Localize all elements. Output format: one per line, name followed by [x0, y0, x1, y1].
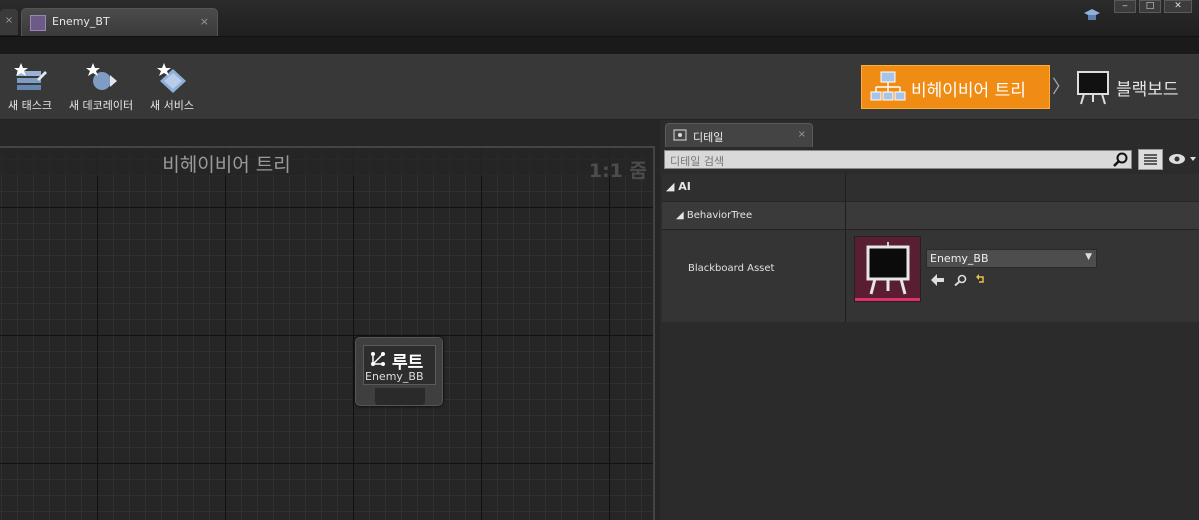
blackboard-asset-combo[interactable]: Enemy_BB ▼ [926, 249, 1097, 268]
document-tab-enemy-bt[interactable]: Enemy_BT × [21, 8, 218, 36]
root-node-header: 루트 Enemy_BB [363, 345, 436, 385]
blackboard-asset-icon [866, 242, 910, 295]
behavior-tree-mode-button[interactable]: 비헤이비어 트리 [861, 65, 1050, 109]
new-decorator-label: 새 데코레이터 [68, 99, 134, 112]
title-bar: × Enemy_BT × ‒ □ ✕ [0, 0, 1199, 36]
zoom-level: 1:1 줌 [588, 160, 647, 182]
document-tab-label: Enemy_BT [52, 15, 110, 28]
new-task-button[interactable]: 새 태스크 [4, 59, 56, 117]
search-icon [1113, 152, 1128, 167]
blackboard-icon [1077, 71, 1109, 105]
category-ai-label: ◢ AI [666, 180, 691, 193]
previous-tab-close[interactable]: × [0, 9, 18, 35]
category-behavior-tree[interactable]: ◢ BehaviorTree [662, 202, 1199, 230]
property-name-blackboard-asset: Blackboard Asset [688, 263, 775, 274]
category-ai[interactable]: ◢ AI [662, 174, 1199, 202]
menu-bar [0, 36, 1199, 55]
new-service-label: 새 서비스 [150, 99, 194, 112]
behavior-tree-mode-label: 비헤이비어 트리 [911, 81, 1026, 101]
root-output-pin[interactable] [375, 388, 425, 405]
behavior-tree-graph[interactable]: 비헤이비어 트리 1:1 줌 루트 Enemy_BB [0, 146, 655, 520]
property-column-splitter[interactable] [845, 174, 846, 322]
document-tab-close-icon[interactable]: × [200, 15, 209, 28]
list-view-icon [1144, 154, 1157, 165]
asset-thumbnail[interactable] [854, 236, 921, 302]
new-task-label: 새 태스크 [8, 99, 52, 112]
close-window-button[interactable]: ✕ [1164, 0, 1192, 13]
new-service-button[interactable]: 새 서비스 [146, 59, 198, 117]
details-icon [673, 129, 687, 141]
new-service-icon [157, 63, 186, 93]
details-tab-label: 디테일 [693, 131, 724, 144]
property-matrix-button[interactable] [1138, 149, 1163, 170]
details-search-placeholder: 디테일 검색 [670, 155, 725, 168]
graph-title-bar: 비헤이비어 트리 [0, 148, 653, 176]
graph-title: 비헤이비어 트리 [162, 154, 291, 176]
root-node-icon [371, 352, 385, 366]
details-tab-close-icon[interactable]: × [798, 129, 806, 140]
browse-asset-icon[interactable] [954, 274, 968, 286]
behavior-tree-icon [870, 71, 906, 101]
root-node[interactable]: 루트 Enemy_BB [355, 337, 443, 406]
eye-icon [1169, 154, 1196, 164]
blackboard-asset-value: Enemy_BB [930, 252, 989, 265]
blackboard-mode-label: 블랙보드 [1116, 80, 1179, 100]
minimize-button[interactable]: ‒ [1114, 0, 1136, 13]
details-panel: 디테일 × 디테일 검색 ◢ AI ◢ BehaviorTree Blackbo… [660, 120, 1199, 520]
mode-separator-icon: 〉 [1052, 77, 1070, 98]
maximize-button[interactable]: □ [1139, 0, 1161, 13]
details-search-input[interactable]: 디테일 검색 [664, 150, 1132, 169]
use-selected-asset-icon[interactable] [931, 274, 945, 286]
property-row-blackboard-asset: Blackboard Asset Enemy_BB ▼ [662, 230, 1199, 322]
details-tab[interactable]: 디테일 × [665, 123, 813, 147]
new-decorator-icon [86, 63, 117, 90]
category-behavior-tree-label: ◢ BehaviorTree [676, 210, 753, 221]
asset-type-color-bar [855, 298, 920, 301]
new-decorator-button[interactable]: 새 데코레이터 [64, 59, 138, 117]
tutorial-hat-icon[interactable] [1084, 8, 1100, 22]
behavior-tree-asset-icon [30, 15, 46, 31]
reset-to-default-icon[interactable] [976, 274, 986, 284]
blackboard-mode-button[interactable]: 블랙보드 [1074, 65, 1199, 109]
view-options-button[interactable] [1168, 152, 1198, 168]
chevron-down-icon: ▼ [1085, 252, 1092, 262]
root-node-blackboard: Enemy_BB [365, 370, 424, 383]
new-task-icon [14, 63, 47, 90]
